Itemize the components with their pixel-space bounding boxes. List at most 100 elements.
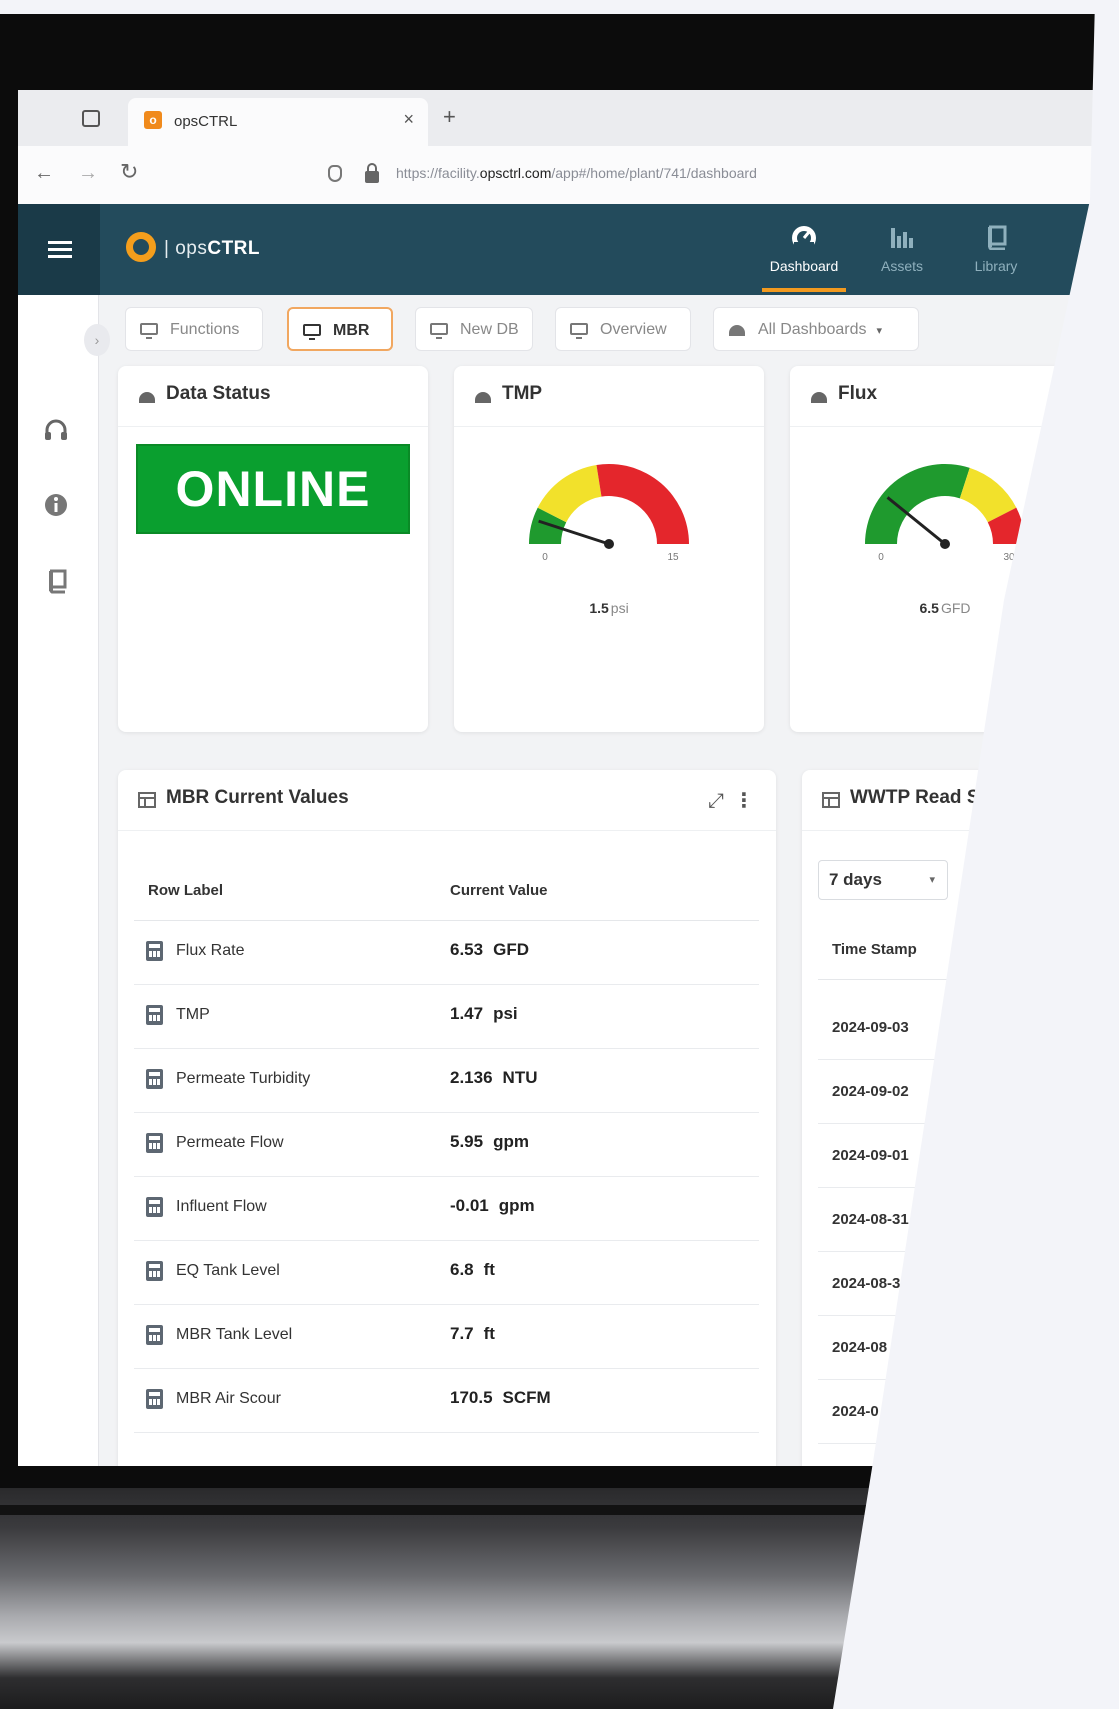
browser-tab[interactable]: o opsCTRL × <box>128 98 428 146</box>
new-tab-button[interactable]: + <box>443 104 456 130</box>
forward-icon[interactable]: → <box>78 162 98 185</box>
column-header-time-stamp[interactable]: Time Stamp <box>818 920 968 980</box>
gauge-hub <box>940 539 950 549</box>
logo-prefix: ops <box>175 238 208 259</box>
calculator-icon <box>146 1133 163 1153</box>
expand-icon[interactable]: ⤢ <box>708 790 724 813</box>
table-row[interactable]: EQ Tank Level 6.8 ft <box>134 1240 759 1305</box>
dashboard-tab-label: Overview <box>600 321 667 338</box>
row-unit: ft <box>483 1260 495 1279</box>
info-icon[interactable] <box>42 491 70 519</box>
sidebar <box>18 295 99 1466</box>
more-options-icon[interactable]: ⋮ <box>734 788 754 813</box>
reload-icon[interactable]: ↻ <box>120 159 138 185</box>
nav-dashboard[interactable]: Dashboard <box>756 224 852 292</box>
row-number: 7.7 <box>450 1324 474 1343</box>
app-logo-text: | opsCTRL <box>164 238 261 259</box>
row-value: 6.53 GFD <box>450 940 529 960</box>
row-value: 170.5 SCFM <box>450 1388 551 1408</box>
nav-library[interactable]: Library <box>948 224 1044 274</box>
table-icon <box>822 792 840 808</box>
calculator-icon <box>146 1069 163 1089</box>
column-header-current-value[interactable]: Current Value <box>450 882 548 899</box>
monitor-icon <box>570 323 588 339</box>
calculator-icon <box>146 941 163 961</box>
row-number: 6.53 <box>450 940 484 959</box>
headset-icon[interactable] <box>42 417 70 445</box>
logo-bold: CTRL <box>207 238 261 259</box>
bar-chart-icon <box>891 228 913 248</box>
row-unit: gpm <box>498 1196 535 1215</box>
menu-bar <box>48 241 72 244</box>
table-row[interactable]: TMP 1.47 psi <box>134 984 759 1049</box>
table-row[interactable]: MBR Air Scour 170.5 SCFM <box>134 1368 759 1433</box>
card-title: Data Status <box>166 383 271 404</box>
gauge-tick-label: 0 <box>878 552 884 563</box>
row-label: EQ Tank Level <box>176 1262 280 1279</box>
date-range-select[interactable]: 7 days ▾ <box>818 860 948 900</box>
gauge-band <box>596 464 689 544</box>
gauge-number: 6.5 <box>919 600 939 616</box>
book-icon <box>988 225 1007 250</box>
monitor-icon <box>303 324 321 340</box>
row-number: 6.8 <box>450 1260 474 1279</box>
menu-bar <box>48 248 72 251</box>
table-row[interactable]: Permeate Turbidity 2.136 NTU <box>134 1048 759 1113</box>
calculator-icon <box>146 1325 163 1345</box>
hamburger-menu-button[interactable] <box>18 204 100 295</box>
dashboard-tab-functions[interactable]: Functions <box>125 307 263 351</box>
app-header: | opsCTRL Dashboard Assets Library <box>18 204 1119 295</box>
dashboard-tab-overview[interactable]: Overview <box>555 307 691 351</box>
card-title: MBR Current Values <box>166 787 349 808</box>
row-label: Permeate Flow <box>176 1134 284 1151</box>
url-domain: opsctrl.com <box>479 165 552 181</box>
tab-overview-icon[interactable] <box>82 110 100 127</box>
close-tab-icon[interactable]: × <box>403 109 414 130</box>
row-label: Flux Rate <box>176 942 245 959</box>
row-value: 7.7 ft <box>450 1324 495 1344</box>
chevron-down-icon: ▾ <box>929 874 935 886</box>
column-header-row-label[interactable]: Row Label <box>148 882 223 899</box>
mbr-current-values-card: MBR Current Values ⤢ ⋮ Row Label Current… <box>118 770 776 1466</box>
url-prefix: https://facility. <box>396 165 480 181</box>
gauge-unit: GFD <box>940 600 971 616</box>
gauge-value: 1.5 psi <box>454 600 764 616</box>
nav-assets[interactable]: Assets <box>854 224 950 274</box>
dashboard-tab-new-db[interactable]: New DB <box>415 307 533 351</box>
all-dashboards-dropdown[interactable]: All Dashboards ▾ <box>713 307 919 351</box>
monitor-icon <box>140 323 158 339</box>
row-unit: psi <box>493 1004 518 1023</box>
row-label: TMP <box>176 1006 210 1023</box>
row-number: 1.47 <box>450 1004 484 1023</box>
dashboard-tab-mbr[interactable]: MBR <box>287 307 393 351</box>
row-unit: ft <box>483 1324 495 1343</box>
dashboard-icon <box>139 392 155 403</box>
tmp-gauge: 0 15 <box>529 464 689 563</box>
card-title: Flux <box>838 383 878 404</box>
opsctrl-favicon-icon: o <box>144 111 162 129</box>
tab-title: opsCTRL <box>174 113 238 130</box>
table-row[interactable]: MBR Tank Level 7.7 ft <box>134 1304 759 1369</box>
gauge-band <box>865 464 970 544</box>
shield-icon[interactable] <box>328 165 342 182</box>
back-icon[interactable]: ← <box>34 162 54 185</box>
table-row[interactable]: Flux Rate 6.53 GFD <box>134 920 759 985</box>
calculator-icon <box>146 1261 163 1281</box>
dashboard-tab-label: New DB <box>460 321 519 338</box>
card-header: TMP <box>454 366 764 427</box>
table-row[interactable]: Permeate Flow 5.95 gpm <box>134 1112 759 1177</box>
table-row[interactable]: Influent Flow -0.01 gpm <box>134 1176 759 1241</box>
calculator-icon <box>146 1389 163 1409</box>
status-badge: ONLINE <box>136 444 410 534</box>
sidebar-collapse-button[interactable]: › <box>84 324 110 356</box>
row-unit: NTU <box>502 1068 538 1087</box>
row-value: 6.8 ft <box>450 1260 495 1280</box>
flux-gauge: 0 30 <box>865 464 1025 563</box>
row-unit: gpm <box>493 1132 529 1151</box>
lock-icon[interactable] <box>365 163 379 183</box>
row-number: -0.01 <box>450 1196 489 1215</box>
url-field[interactable]: https://facility.opsctrl.com/app#/home/p… <box>396 165 757 181</box>
book-icon[interactable] <box>42 567 70 595</box>
card-title: TMP <box>502 383 543 404</box>
dashboard-icon <box>729 325 745 336</box>
